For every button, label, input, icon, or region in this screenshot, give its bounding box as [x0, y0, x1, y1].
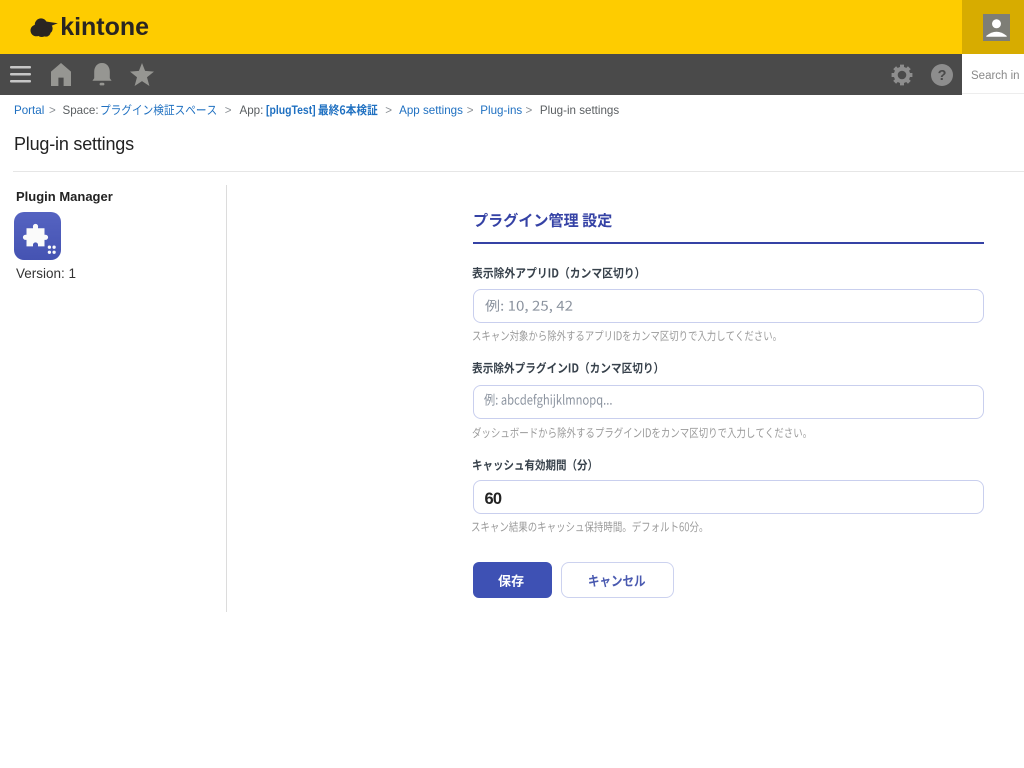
- svg-text:?: ?: [938, 68, 947, 84]
